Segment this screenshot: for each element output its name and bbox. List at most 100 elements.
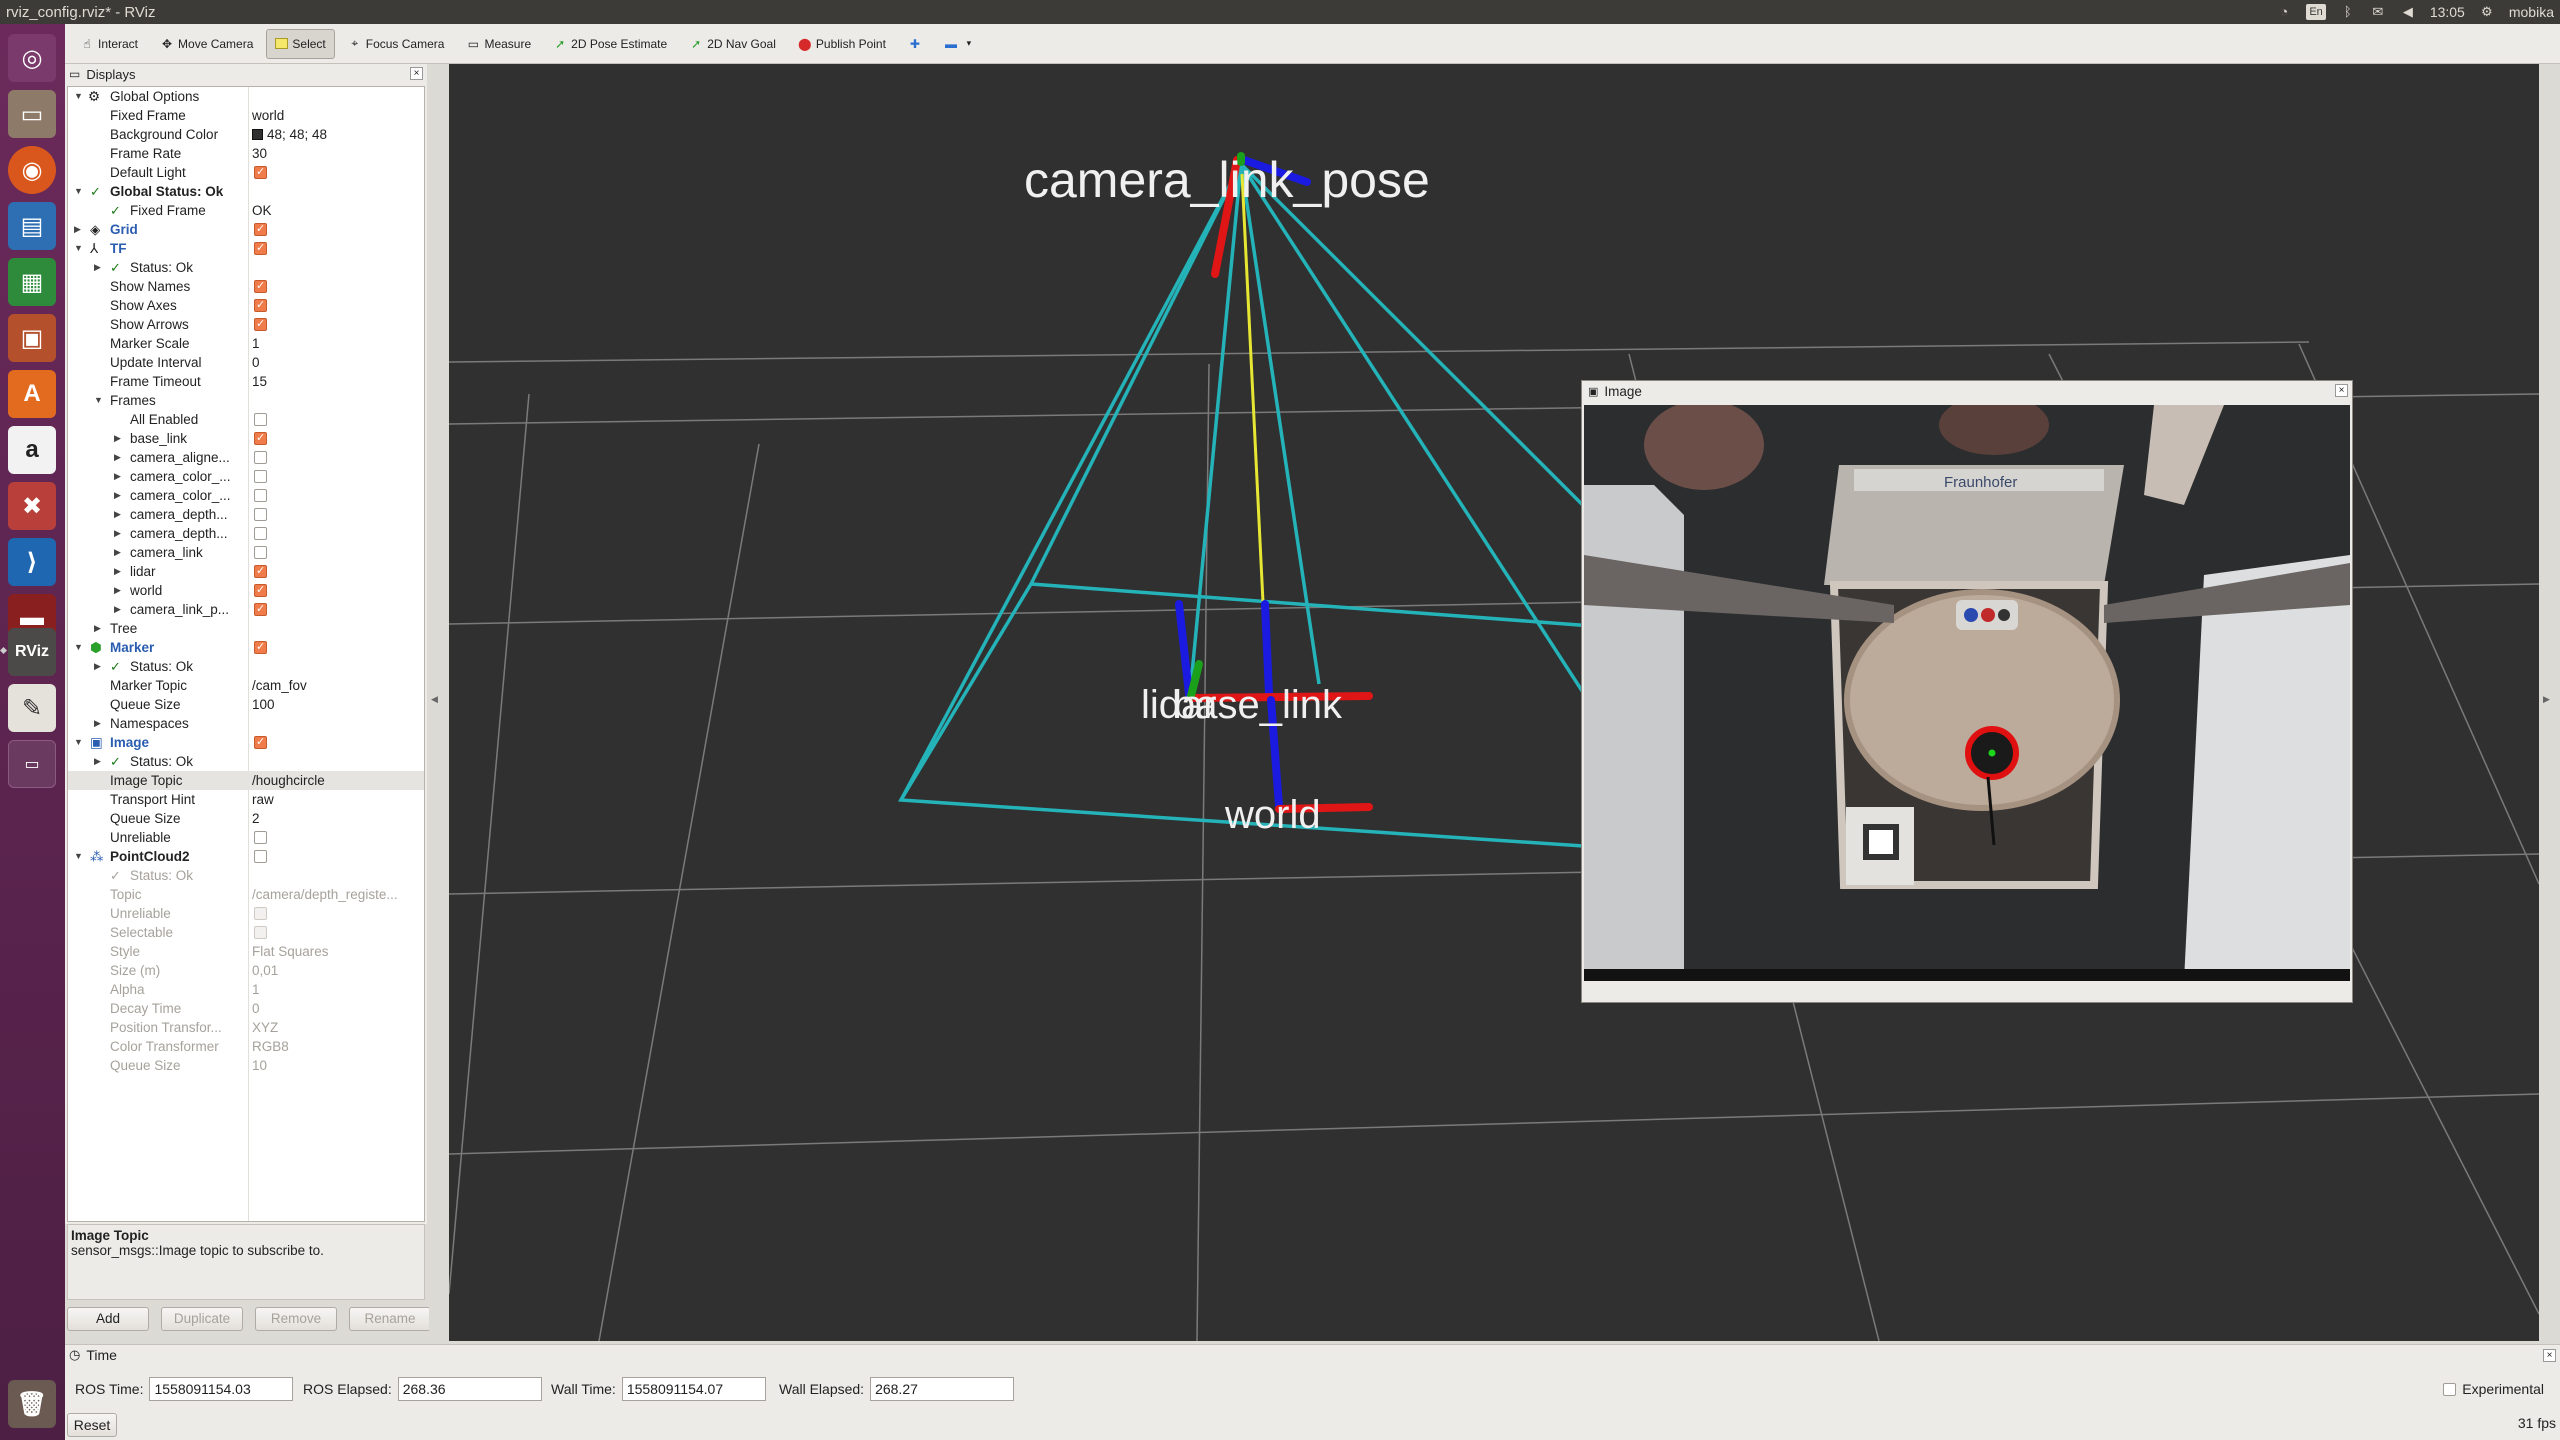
tree-row-pc-status[interactable]: ✓ Status: Ok xyxy=(68,866,424,885)
tree-row-show-axes[interactable]: Show Axes xyxy=(68,296,424,315)
calc-icon[interactable]: ▦ xyxy=(8,258,56,306)
add-tool-button[interactable]: ✚ xyxy=(899,29,931,59)
keyboard-layout-indicator[interactable]: En xyxy=(2306,4,2326,20)
clock[interactable]: 13:05 xyxy=(2430,4,2465,20)
tree-row-marker-status[interactable]: ▶ ✓ Status: Ok xyxy=(68,657,424,676)
tree-row-pc-position-transformer[interactable]: Position Transfor... XYZ xyxy=(68,1018,424,1037)
wall-elapsed-input[interactable]: 268.27 xyxy=(870,1377,1015,1401)
gear-icon[interactable]: ⚙ xyxy=(2479,5,2495,19)
frame-checkbox[interactable] xyxy=(254,451,267,464)
tree-row-image-queue[interactable]: Queue Size 2 xyxy=(68,809,424,828)
mail-icon[interactable]: ✉ xyxy=(2370,5,2386,19)
rename-button[interactable]: Rename xyxy=(349,1307,431,1331)
frame-checkbox[interactable] xyxy=(254,429,267,448)
image-enabled-checkbox[interactable] xyxy=(254,733,267,752)
tree-row-global-options[interactable]: ▼ ⚙ Global Options xyxy=(68,87,424,106)
tree-row-marker-topic[interactable]: Marker Topic/cam_fov xyxy=(68,676,424,695)
marker-enabled-checkbox[interactable] xyxy=(254,638,267,657)
tree-row-image-status[interactable]: ▶ ✓ Status: Ok xyxy=(68,752,424,771)
rviz-icon[interactable]: RViz xyxy=(8,628,56,676)
tree-row-background-color[interactable]: Background Color 48; 48; 48 xyxy=(68,125,424,144)
tree-row-grid[interactable]: ▶ ◈ Grid xyxy=(68,220,424,239)
tree-row-frame[interactable]: ▶ camera_link_p... xyxy=(68,600,424,619)
ros-time-input[interactable]: 1558091154.03 xyxy=(149,1377,294,1401)
close-icon[interactable]: × xyxy=(2335,384,2348,397)
tree-row-pc-decay[interactable]: Decay Time 0 xyxy=(68,999,424,1018)
pc-selectable-checkbox[interactable] xyxy=(254,926,267,939)
image-window-header[interactable]: ▣ Image × xyxy=(1582,381,2352,401)
tree-row-frame-rate[interactable]: Frame Rate 30 xyxy=(68,144,424,163)
tree-row-frame[interactable]: ▶ base_link xyxy=(68,429,424,448)
frame-checkbox[interactable] xyxy=(254,508,267,521)
tree-row-marker-scale[interactable]: Marker Scale 1 xyxy=(68,334,424,353)
tree-row-tf[interactable]: ▼ ⅄ TF xyxy=(68,239,424,258)
software-center-icon[interactable]: A xyxy=(8,370,56,418)
frame-checkbox[interactable] xyxy=(254,527,267,540)
tree-row-marker[interactable]: ▼ ⬢ Marker xyxy=(68,638,424,657)
pose-estimate-tool[interactable]: ➚ 2D Pose Estimate xyxy=(544,29,676,59)
vscode-icon[interactable]: ⟩ xyxy=(8,538,56,586)
tree-row-pc-queue[interactable]: Queue Size 10 xyxy=(68,1056,424,1075)
left-splitter-handle[interactable]: ◀ xyxy=(429,64,439,1341)
tree-row-pc-topic[interactable]: Topic/camera/depth_registe... xyxy=(68,885,424,904)
tree-row-fixed-frame[interactable]: Fixed Frame world xyxy=(68,106,424,125)
tree-row-all-enabled[interactable]: All Enabled xyxy=(68,410,424,429)
workspace-switcher-icon[interactable]: ▭ xyxy=(8,740,56,788)
tree-row-update-interval[interactable]: Update Interval 0 xyxy=(68,353,424,372)
wifi-icon[interactable]: ◔ xyxy=(2276,5,2292,19)
tree-row-fixed-frame-status[interactable]: ✓ Fixed Frame OK xyxy=(68,201,424,220)
tree-row-image-unreliable[interactable]: Unreliable xyxy=(68,828,424,847)
tree-row-frame[interactable]: ▶ camera_link xyxy=(68,543,424,562)
reset-button[interactable]: Reset xyxy=(67,1413,117,1437)
frame-checkbox[interactable] xyxy=(254,546,267,559)
tree-row-pointcloud2[interactable]: ▼ ⁂ PointCloud2 xyxy=(68,847,424,866)
tree-row-show-arrows[interactable]: Show Arrows xyxy=(68,315,424,334)
wall-time-input[interactable]: 1558091154.07 xyxy=(621,1377,766,1401)
settings-icon[interactable]: ✖ xyxy=(8,482,56,530)
tree-row-image[interactable]: ▼ ▣ Image xyxy=(68,733,424,752)
grid-enabled-checkbox[interactable] xyxy=(254,220,267,239)
tree-row-global-status[interactable]: ▼ ✓ Global Status: Ok xyxy=(68,182,424,201)
tree-row-tf-status[interactable]: ▶ ✓ Status: Ok xyxy=(68,258,424,277)
remove-tool-button[interactable]: ▬ ▾ xyxy=(935,29,985,59)
user-name[interactable]: mobika xyxy=(2509,4,2554,20)
tree-row-default-light[interactable]: Default Light xyxy=(68,163,424,182)
tree-row-namespaces[interactable]: ▶ Namespaces xyxy=(68,714,424,733)
tree-row-pc-unreliable[interactable]: Unreliable xyxy=(68,904,424,923)
pointcloud2-enabled-checkbox[interactable] xyxy=(254,850,267,863)
tree-row-pc-size[interactable]: Size (m) 0,01 xyxy=(68,961,424,980)
unreliable-checkbox[interactable] xyxy=(254,831,267,844)
duplicate-button[interactable]: Duplicate xyxy=(161,1307,243,1331)
firefox-icon[interactable]: ◉ xyxy=(8,146,56,194)
files-icon[interactable]: ▭ xyxy=(8,90,56,138)
tree-row-marker-queue[interactable]: Queue Size 100 xyxy=(68,695,424,714)
experimental-toggle[interactable]: Experimental xyxy=(2443,1381,2544,1397)
tree-row-image-topic[interactable]: Image Topic/houghcircle xyxy=(68,771,424,790)
close-icon[interactable]: × xyxy=(2543,1349,2556,1362)
bluetooth-icon[interactable]: ᛒ xyxy=(2340,5,2356,19)
frame-checkbox[interactable] xyxy=(254,562,267,581)
ubuntu-dash-icon[interactable]: ◎ xyxy=(8,34,56,82)
tree-row-pc-color-transformer[interactable]: Color Transformer RGB8 xyxy=(68,1037,424,1056)
tree-row-frame[interactable]: ▶ camera_color_... xyxy=(68,467,424,486)
displays-tree[interactable]: ▼ ⚙ Global Options Fixed Frame world Backgr… xyxy=(67,86,425,1222)
image-window[interactable]: ▣ Image × Fraunhofer xyxy=(1581,380,2353,1003)
tree-row-frame-timeout[interactable]: Frame Timeout 15 xyxy=(68,372,424,391)
tree-row-frame[interactable]: ▶ lidar xyxy=(68,562,424,581)
volume-icon[interactable]: ◀ xyxy=(2400,5,2416,19)
measure-tool[interactable]: ▭ Measure xyxy=(457,29,540,59)
writer-icon[interactable]: ▤ xyxy=(8,202,56,250)
select-tool[interactable]: Select xyxy=(266,28,335,59)
tree-row-frames[interactable]: ▼ Frames xyxy=(68,391,424,410)
tree-row-pc-selectable[interactable]: Selectable xyxy=(68,923,424,942)
tree-row-frame[interactable]: ▶ camera_aligne... xyxy=(68,448,424,467)
tree-row-frame[interactable]: ▶ world xyxy=(68,581,424,600)
tree-row-tree[interactable]: ▶ Tree xyxy=(68,619,424,638)
interact-tool[interactable]: ☝ Interact xyxy=(71,29,147,59)
text-editor-icon[interactable]: ✎ xyxy=(8,684,56,732)
trash-icon[interactable]: 🗑 xyxy=(8,1380,56,1428)
move-camera-tool[interactable]: ✥ Move Camera xyxy=(151,29,262,59)
frame-checkbox[interactable] xyxy=(254,600,267,619)
experimental-checkbox[interactable] xyxy=(2443,1382,2457,1396)
pc-unreliable-checkbox[interactable] xyxy=(254,907,267,920)
